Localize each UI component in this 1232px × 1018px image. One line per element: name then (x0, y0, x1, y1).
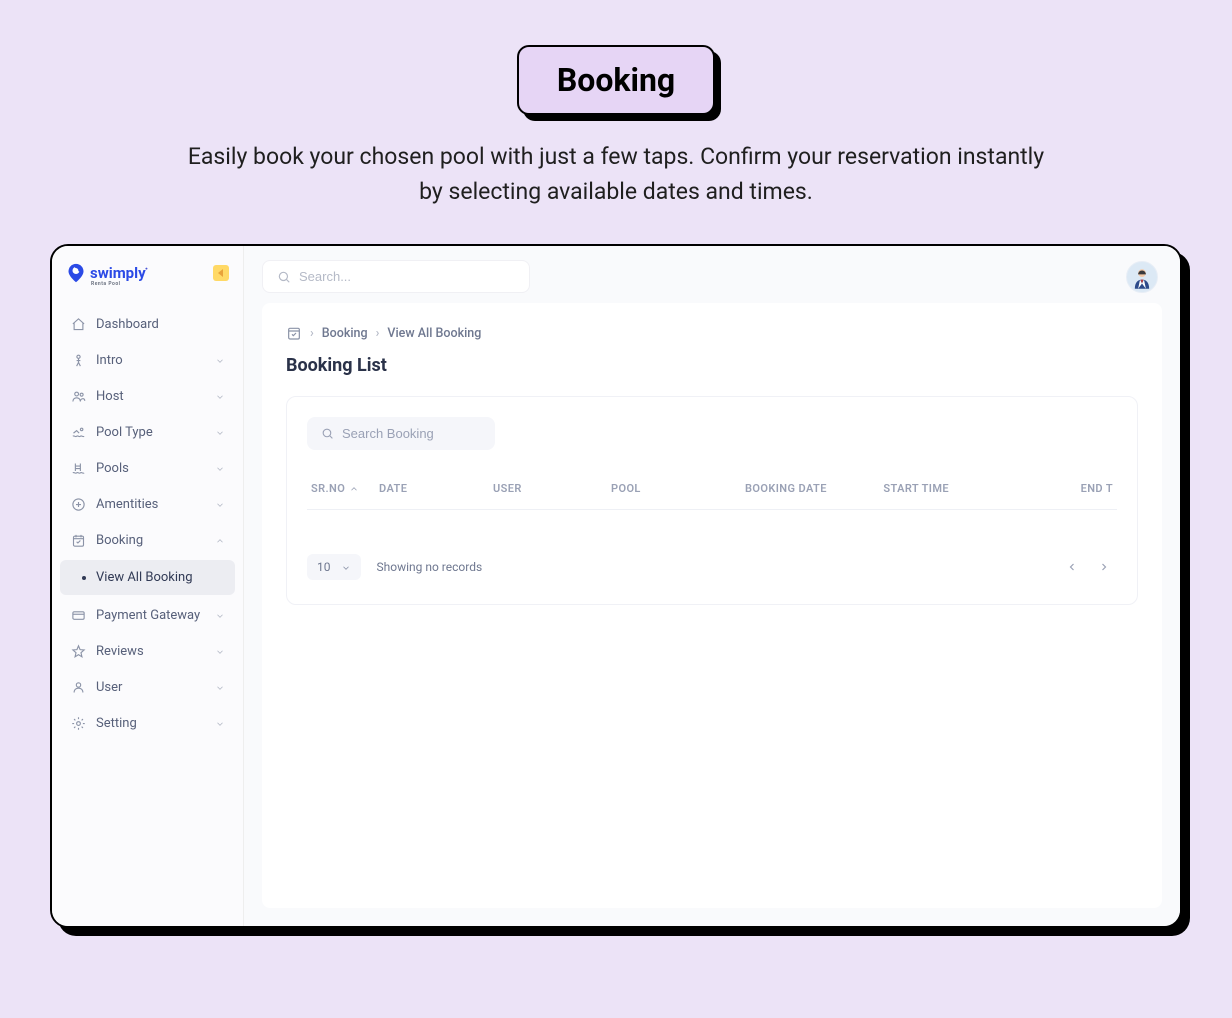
sidebar-item-reviews[interactable]: Reviews (60, 633, 235, 669)
star-icon (70, 643, 86, 659)
breadcrumb: › Booking › View All Booking (286, 325, 1138, 341)
plus-circle-icon (70, 496, 86, 512)
sidebar-item-label: Dashboard (96, 317, 159, 332)
main-area: › Booking › View All Booking Booking Lis… (244, 246, 1180, 926)
hero-badge: Booking (517, 45, 715, 115)
breadcrumb-item[interactable]: Booking (322, 326, 368, 341)
sidebar-item-payment-gateway[interactable]: Payment Gateway (60, 597, 235, 633)
sidebar-item-label: Setting (96, 716, 137, 731)
chevron-down-icon (341, 562, 351, 572)
chevron-up-icon (215, 535, 225, 545)
sidebar-item-label: Reviews (96, 644, 144, 659)
page-title: Booking List (286, 355, 1138, 376)
booking-list-card: SR.NO DATE USER POOL BOOKING DATE START … (286, 396, 1138, 605)
sidebar: swimply˙ Renta Pool Dashboard Intr (52, 246, 244, 926)
users-icon (70, 388, 86, 404)
app-frame: swimply˙ Renta Pool Dashboard Intr (50, 244, 1182, 928)
logo-pin-icon (66, 262, 86, 284)
user-avatar[interactable] (1126, 261, 1158, 293)
column-header-start-time[interactable]: START TIME (863, 482, 949, 495)
table-empty-text: Showing no records (377, 560, 483, 574)
search-icon (321, 427, 334, 440)
content-panel: › Booking › View All Booking Booking Lis… (262, 303, 1162, 908)
sidebar-item-label: Pools (96, 461, 129, 476)
chevron-down-icon (215, 682, 225, 692)
calendar-check-icon (286, 325, 302, 341)
sidebar-item-booking[interactable]: Booking (60, 522, 235, 558)
next-page-button[interactable] (1091, 554, 1117, 580)
credit-card-icon (70, 607, 86, 623)
sidebar-subitem-view-all-booking[interactable]: View All Booking (60, 560, 235, 595)
sidebar-item-intro[interactable]: Intro (60, 342, 235, 378)
column-header-date[interactable]: DATE (379, 482, 487, 495)
column-header-booking-date[interactable]: BOOKING DATE (745, 482, 857, 495)
chevron-right-icon: › (310, 326, 314, 341)
sidebar-item-label: Intro (96, 353, 123, 368)
sidebar-item-label: Amentities (96, 497, 158, 512)
logo-tagline: Renta Pool (91, 281, 120, 287)
sidebar-nav: Dashboard Intro Host (52, 306, 243, 741)
chevron-down-icon (215, 646, 225, 656)
chevron-down-icon (215, 610, 225, 620)
column-header-end-time[interactable]: END T (955, 482, 1113, 495)
avatar-icon (1129, 264, 1155, 290)
search-icon (277, 270, 291, 284)
home-icon (70, 316, 86, 332)
chevron-down-icon (215, 463, 225, 473)
user-icon (70, 679, 86, 695)
table-header-row: SR.NO DATE USER POOL BOOKING DATE START … (307, 472, 1117, 510)
logo-text: swimply (90, 264, 146, 282)
sidebar-item-host[interactable]: Host (60, 378, 235, 414)
booking-search[interactable] (307, 417, 495, 450)
breadcrumb-item[interactable]: View All Booking (387, 326, 481, 341)
page-size-selector[interactable]: 10 (307, 554, 361, 580)
global-search-input[interactable] (299, 269, 515, 284)
topbar (244, 246, 1180, 303)
table-footer: 10 Showing no records (307, 510, 1117, 580)
sidebar-item-dashboard[interactable]: Dashboard (60, 306, 235, 342)
sidebar-item-label: Payment Gateway (96, 608, 200, 623)
chevron-down-icon (215, 427, 225, 437)
booking-search-input[interactable] (342, 426, 481, 441)
pool-ladder-icon (70, 460, 86, 476)
sidebar-subitem-label: View All Booking (96, 570, 193, 585)
sidebar-item-label: User (96, 680, 122, 695)
calendar-check-icon (70, 532, 86, 548)
column-header-pool[interactable]: POOL (611, 482, 739, 495)
hero-description: Easily book your chosen pool with just a… (176, 140, 1056, 209)
sidebar-item-label: Booking (96, 533, 143, 548)
swim-icon (70, 424, 86, 440)
chevron-down-icon (215, 355, 225, 365)
logo[interactable]: swimply˙ Renta Pool (66, 262, 148, 284)
chevron-down-icon (215, 499, 225, 509)
prev-page-button[interactable] (1059, 554, 1085, 580)
sidebar-item-label: Host (96, 389, 124, 404)
sidebar-item-setting[interactable]: Setting (60, 705, 235, 741)
page-size-value: 10 (317, 560, 331, 574)
bullet-icon (82, 576, 86, 580)
sidebar-item-pools[interactable]: Pools (60, 450, 235, 486)
chevron-down-icon (215, 391, 225, 401)
sidebar-item-user[interactable]: User (60, 669, 235, 705)
sidebar-item-label: Pool Type (96, 425, 153, 440)
sidebar-item-amenities[interactable]: Amentities (60, 486, 235, 522)
chevron-down-icon (215, 718, 225, 728)
gear-icon (70, 715, 86, 731)
paginator (1059, 554, 1117, 580)
global-search[interactable] (262, 260, 530, 293)
sidebar-collapse-button[interactable] (213, 265, 229, 281)
person-icon (70, 352, 86, 368)
column-header-srno[interactable]: SR.NO (311, 482, 373, 495)
chevron-right-icon: › (376, 326, 380, 341)
sidebar-item-pool-type[interactable]: Pool Type (60, 414, 235, 450)
column-header-user[interactable]: USER (493, 482, 605, 495)
sort-asc-icon (349, 484, 359, 494)
